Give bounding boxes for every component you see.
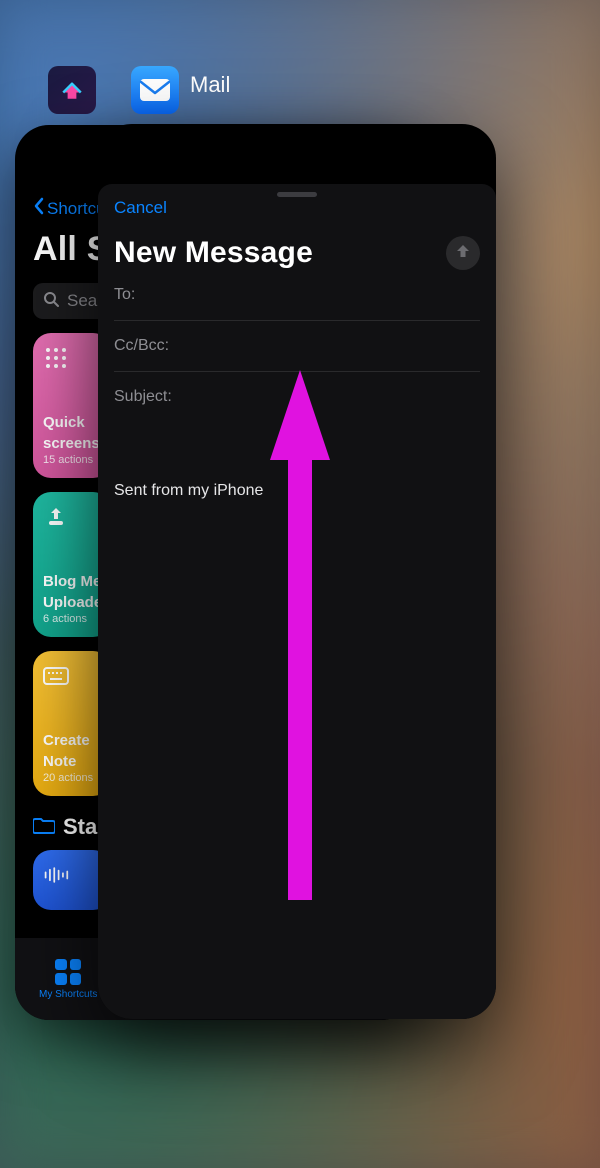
compose-body-signature[interactable]: Sent from my iPhone [114,482,480,500]
mail-app-icon [131,66,179,114]
subject-field[interactable]: Subject: [114,372,480,422]
cancel-button[interactable]: Cancel [114,198,480,218]
mail-app-label: Mail [190,72,230,98]
tile-subtitle: 20 actions [43,772,101,784]
tile-title: Blog Media [43,573,101,590]
tile-title: Note [43,753,101,770]
arrow-up-icon [454,242,472,265]
compose-title: New Message [114,236,313,270]
subject-label: Subject: [114,388,172,405]
tile-subtitle: 15 actions [43,454,101,466]
keyboard-icon [43,663,69,689]
tile-title: Uploader [43,594,101,611]
grid-dots-icon [43,345,69,371]
folder-icon [33,814,55,840]
send-button[interactable] [446,236,480,270]
sheet-grabber[interactable] [277,192,317,197]
tile-subtitle: 6 actions [43,613,101,625]
chevron-left-icon [33,197,45,220]
to-field[interactable]: To: [114,270,480,321]
shortcuts-app-icon [48,66,96,114]
ccbcc-label: Cc/Bcc: [114,337,169,354]
tile-title: Quick [43,414,101,431]
tab-label: My Shortcuts [39,989,97,1000]
ccbcc-field[interactable]: Cc/Bcc: [114,321,480,372]
search-icon [43,291,59,312]
compose-sheet: Cancel New Message To: Cc/Bcc: Subject: … [98,184,496,1019]
app-card-mail[interactable]: Cancel New Message To: Cc/Bcc: Subject: … [98,124,496,1019]
tile-title: screenshot [43,435,101,452]
to-label: To: [114,286,135,303]
upload-icon [43,504,69,530]
app-switcher[interactable]: Shortcuts All Shortcuts Search Quick scr… [0,0,600,1168]
tab-my-shortcuts[interactable]: My Shortcuts [39,959,97,1000]
grid-icon [55,959,81,985]
waveform-icon [43,862,69,888]
tile-title: Create [43,732,101,749]
